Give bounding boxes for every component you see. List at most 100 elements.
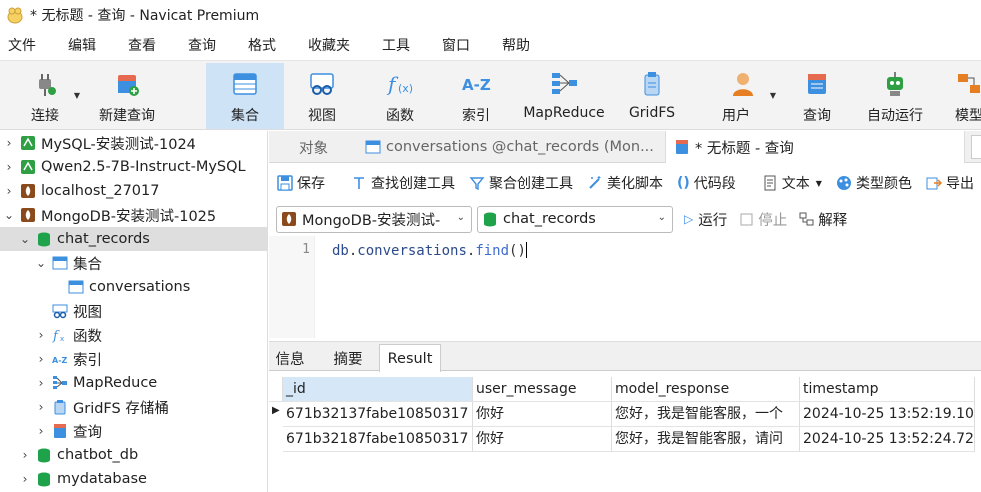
model-button[interactable]: 模型 [944,63,981,129]
tab-conversations[interactable]: conversations @chat_records (Mon... [357,131,663,163]
chevron-down-icon[interactable]: ▼ [816,179,822,188]
function-button[interactable]: f (x) 函数 [370,63,430,129]
query-editor[interactable]: 1 db.conversations.find() [269,236,981,338]
chevron-right-icon[interactable]: › [2,184,16,198]
explain-button[interactable]: 解释 [799,209,847,230]
tab-info[interactable]: 信息 [271,344,309,372]
menu-favorites[interactable]: 收藏夹 [308,35,350,55]
run-button[interactable]: ▷ 运行 [684,209,727,230]
menu-format[interactable]: 格式 [248,35,276,55]
tree-database-chat-records[interactable]: ⌄ chat_records [0,227,267,251]
tree-label: mydatabase [57,471,147,487]
save-button[interactable]: 保存 [277,173,325,193]
tree-group-mapreduce[interactable]: › MapReduce [0,371,267,395]
column-header-user-message[interactable]: user_message [473,377,612,402]
cell-user-message[interactable]: 你好 [473,427,612,452]
menu-file[interactable]: 文件 [8,35,36,55]
tab-result[interactable]: Result [379,344,441,372]
text-mode-button[interactable]: 文本 ▼ [762,173,822,193]
chevron-right-icon[interactable]: › [34,328,48,342]
column-header-model-response[interactable]: model_response [612,377,800,402]
mapreduce-icon [552,73,577,94]
cell-timestamp[interactable]: 2024-10-25 13:52:19.10 [800,402,975,427]
find-builder-button[interactable]: 查找创建工具 [351,173,455,193]
menu-view[interactable]: 查看 [128,35,156,55]
export-button[interactable]: 导出 [926,173,974,193]
tree-database-chatbot-db[interactable]: › chatbot_db [0,443,267,467]
tree-label: 索引 [73,352,102,369]
index-button[interactable]: A-Z 索引 [446,63,506,129]
connection-select[interactable]: MongoDB-安装测试- ⌄ [276,205,472,233]
cell-id[interactable]: 671b32187fabe10850317 [283,427,473,452]
aggregate-builder-button[interactable]: 聚合创建工具 [469,173,573,193]
chevron-down-icon[interactable]: ⌄ [34,256,48,270]
export-label: 导出 [945,176,974,192]
new-query-button[interactable]: 新建查询 [88,63,166,129]
tree-group-queries[interactable]: › 查询 [0,419,267,443]
cell-timestamp[interactable]: 2024-10-25 13:52:24.72 [800,427,975,452]
chevron-right-icon[interactable]: › [18,472,32,486]
tab-untitled-query[interactable]: * 无标题 - 查询 [665,131,965,163]
cell-id[interactable]: 671b32137fabe10850317 [283,402,473,427]
tree-group-functions[interactable]: › fx 函数 [0,323,267,347]
chevron-right-icon[interactable]: › [34,400,48,414]
aggregate-builder-icon [469,177,485,191]
tree-database-mydatabase[interactable]: › mydatabase [0,467,267,491]
collection-button[interactable]: 集合 [206,63,284,129]
tree-connection-qwen-mysql[interactable]: › Qwen2.5-7B-Instruct-MySQL [0,155,267,179]
connect-button[interactable]: ▼ 连接 [10,63,80,129]
user-button[interactable]: ▼ 用户 [706,63,780,129]
tree-connection-localhost[interactable]: › localhost_27017 [0,179,267,203]
tree-label: 集合 [73,256,102,273]
cell-model-response[interactable]: 您好，我是智能客服，请问 [612,427,800,452]
view-button[interactable]: 视图 [292,63,352,129]
tree-group-collections[interactable]: ⌄ 集合 [0,251,267,275]
chevron-down-icon[interactable]: ⌄ [2,208,16,222]
menu-tools[interactable]: 工具 [382,35,410,55]
tree-connection-mysql-1024[interactable]: › MySQL-安装测试-1024 [0,131,267,155]
chevron-right-icon[interactable]: › [34,352,48,366]
run-label: 运行 [698,212,728,229]
database-select[interactable]: chat_records ⌄ [477,205,673,233]
tree-collection-conversations[interactable]: conversations [0,275,267,299]
code-line[interactable]: db.conversations.find() [332,242,527,259]
gridfs-button[interactable]: GridFS [620,63,684,129]
chevron-down-icon[interactable]: ⌄ [18,232,32,246]
query-icon [54,424,66,438]
chevron-down-icon[interactable]: ▼ [770,91,776,100]
palette-icon [836,176,851,190]
tab-label: 信息 [275,351,305,368]
chevron-right-icon[interactable]: › [18,448,32,462]
chevron-right-icon[interactable]: › [34,376,48,390]
tree-group-gridfs[interactable]: › GridFS 存储桶 [0,395,267,419]
menu-help[interactable]: 帮助 [502,35,530,55]
type-color-button[interactable]: 类型颜色 [836,173,912,193]
menu-edit[interactable]: 编辑 [68,35,96,55]
snippet-button[interactable]: () 代码段 [677,173,736,193]
stop-button[interactable]: 停止 [739,209,787,230]
query-button[interactable]: 查询 [792,63,842,129]
automation-button[interactable]: 自动运行 [858,63,932,129]
cell-model-response[interactable]: 您好，我是智能客服，一个 [612,402,800,427]
tree-group-indexes[interactable]: › A-Z 索引 [0,347,267,371]
tab-summary[interactable]: 摘要 [329,344,367,372]
menu-query[interactable]: 查询 [188,35,216,55]
chevron-right-icon[interactable]: › [2,160,16,174]
column-header-timestamp[interactable]: timestamp [800,377,975,402]
text-cursor [525,242,527,258]
menu-bar: 文件 编辑 查看 查询 格式 收藏夹 工具 窗口 帮助 [0,30,981,60]
tab-objects[interactable]: 对象 [269,131,355,163]
tree-group-views[interactable]: 视图 [0,299,267,323]
menu-window[interactable]: 窗口 [442,35,470,55]
beautify-button[interactable]: 美化脚本 [587,173,663,193]
view-icon [310,73,334,95]
chevron-right-icon[interactable]: › [34,424,48,438]
cell-user-message[interactable]: 你好 [473,402,612,427]
chevron-right-icon[interactable]: › [2,136,16,150]
tree-connection-mongodb-1025[interactable]: ⌄ MongoDB-安装测试-1025 [0,203,267,227]
plug-icon [39,74,56,96]
chevron-down-icon[interactable]: ▼ [74,91,80,100]
chevron-down-icon: ⌄ [456,211,465,223]
mapreduce-button[interactable]: MapReduce [516,63,612,129]
column-header-id[interactable]: _id [283,377,473,402]
